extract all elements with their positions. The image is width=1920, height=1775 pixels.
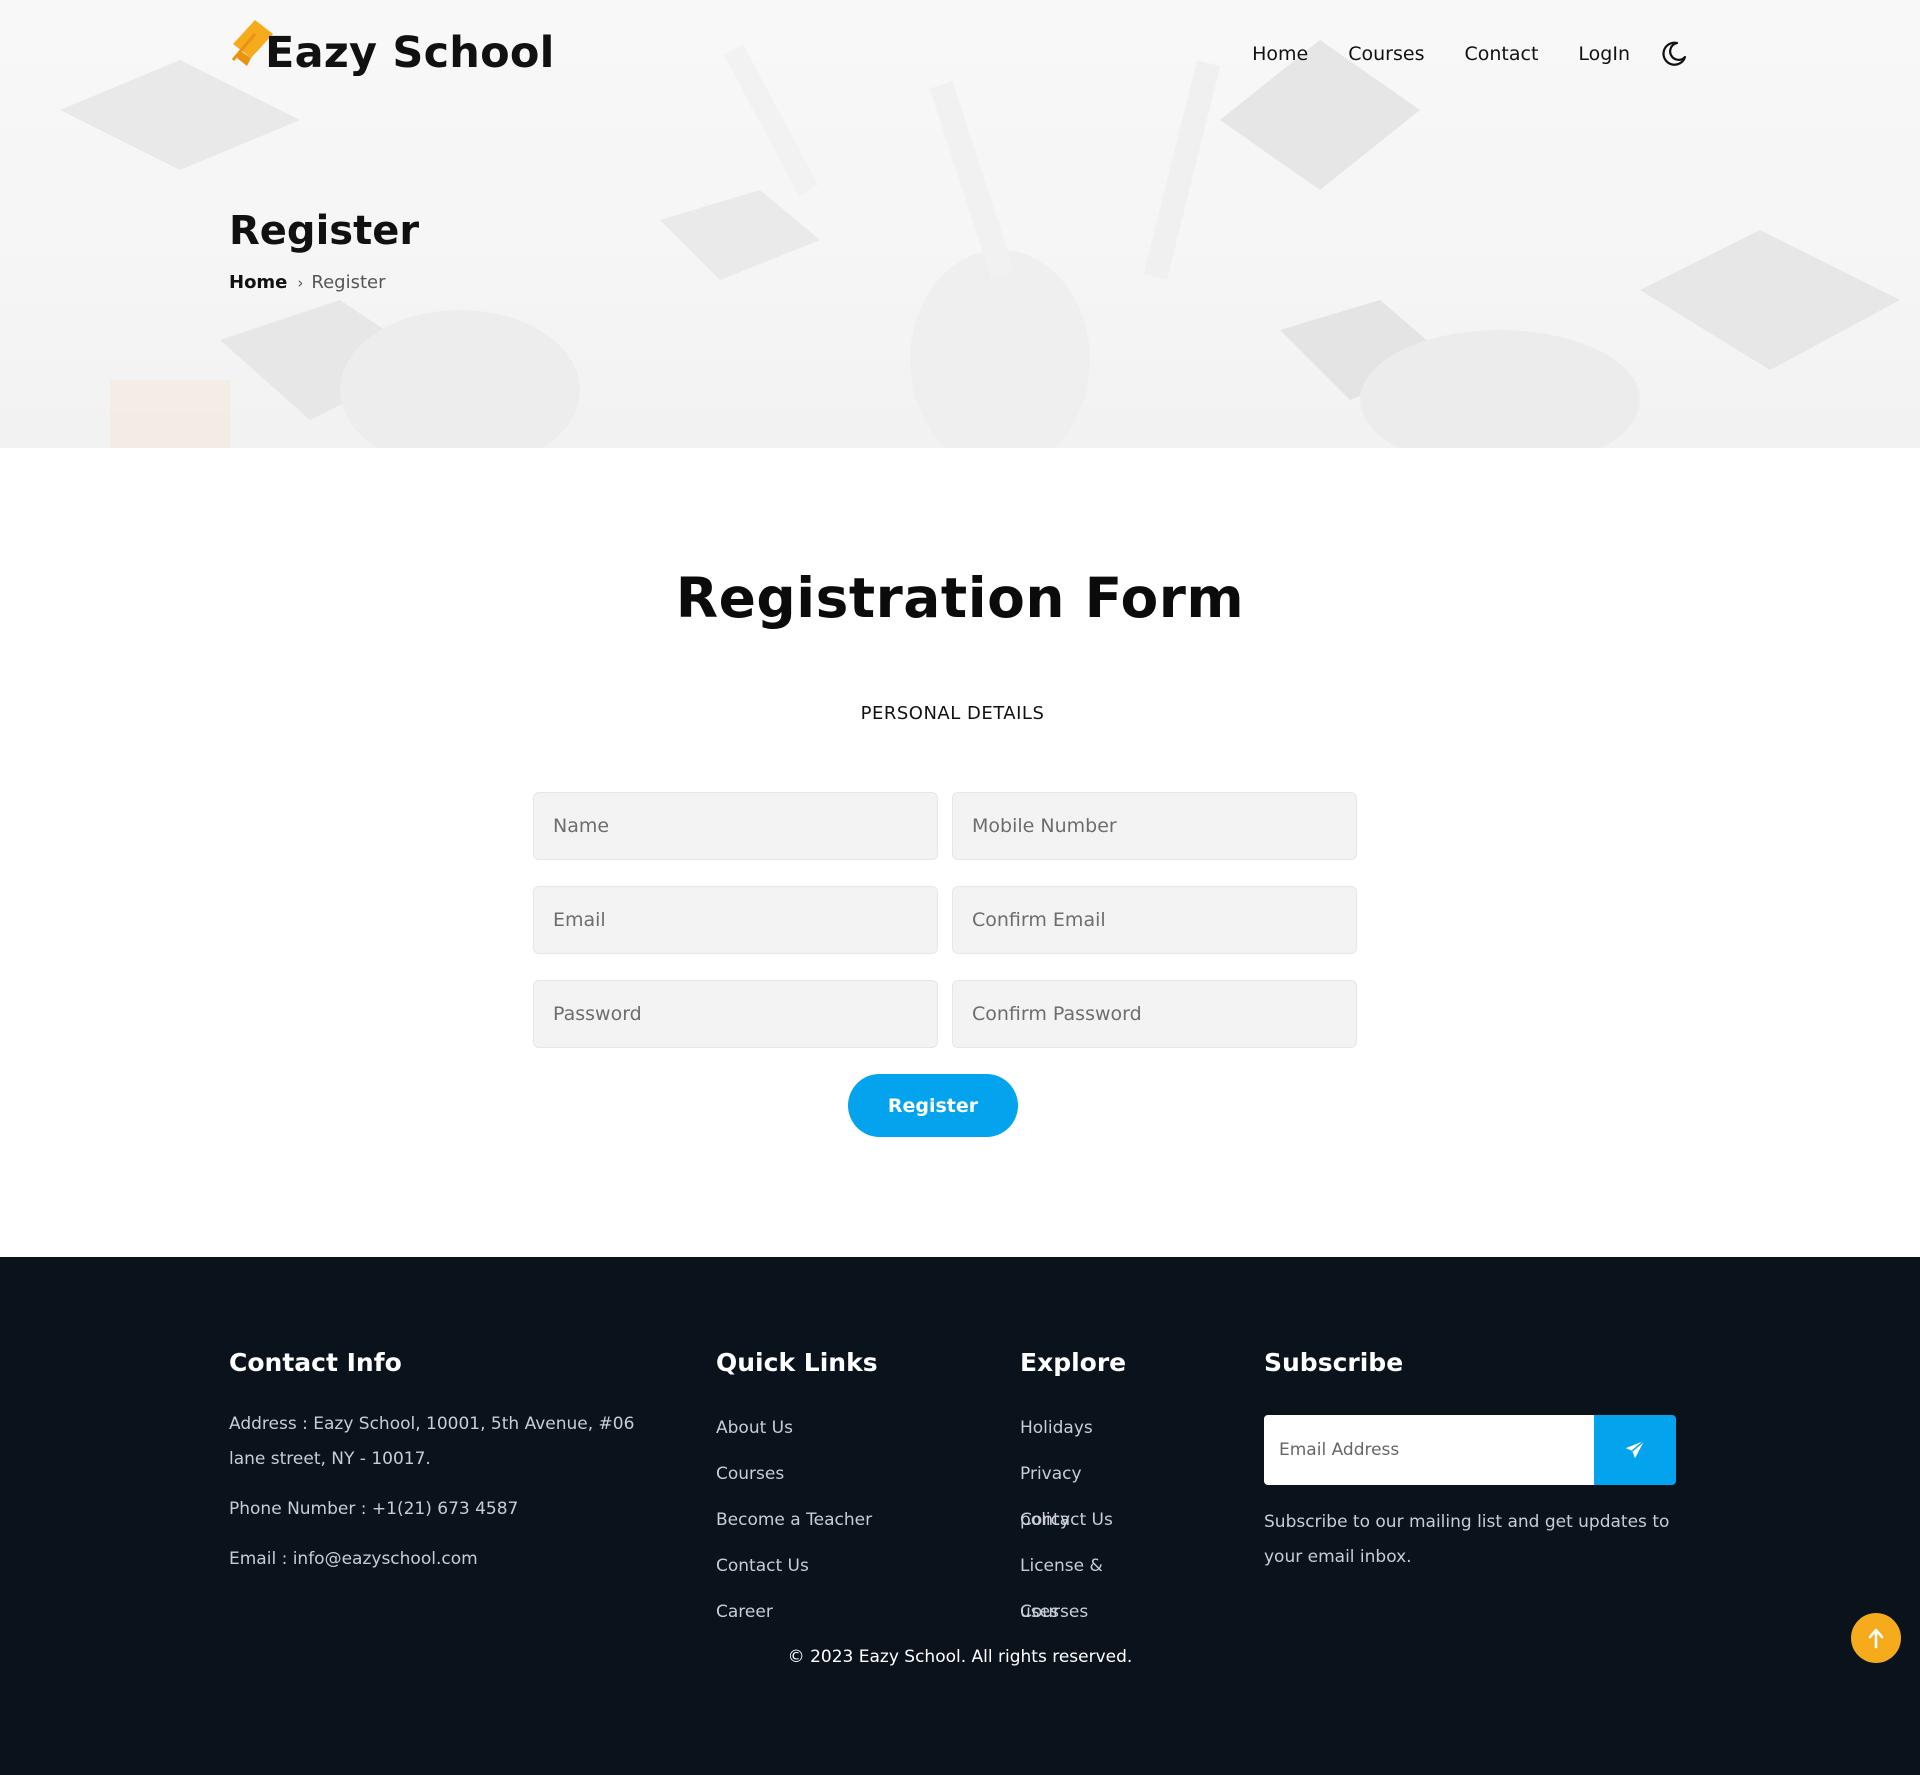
footer-link-privacy-policy[interactable]: Privacy policy bbox=[1020, 1451, 1126, 1530]
footer-link-contact-us[interactable]: Contact Us bbox=[716, 1543, 872, 1589]
copyright-text: © 2023 Eazy School. All rights reserved. bbox=[787, 1647, 1133, 1667]
hero-banner: Eazy School Home Courses Contact LogIn R… bbox=[0, 0, 1920, 448]
contact-phone: Phone Number : +1(21) 673 4587 bbox=[229, 1499, 519, 1519]
subscribe-form bbox=[1264, 1415, 1676, 1485]
nav-home-link[interactable]: Home bbox=[1252, 43, 1308, 65]
nav-contact-link[interactable]: Contact bbox=[1464, 43, 1538, 65]
password-field[interactable] bbox=[533, 980, 938, 1048]
footer-link-license-uses[interactable]: License & uses bbox=[1020, 1543, 1126, 1622]
paper-plane-icon bbox=[1625, 1440, 1645, 1459]
footer-link-courses[interactable]: Courses bbox=[716, 1451, 872, 1497]
footer-link-holidays[interactable]: Holidays bbox=[1020, 1405, 1126, 1451]
name-field[interactable] bbox=[533, 792, 938, 860]
confirm-password-field[interactable] bbox=[952, 980, 1357, 1048]
top-navigation: Eazy School Home Courses Contact LogIn bbox=[0, 0, 1920, 110]
register-button[interactable]: Register bbox=[848, 1074, 1018, 1137]
subscribe-send-button[interactable] bbox=[1594, 1415, 1676, 1485]
page-title: Register bbox=[229, 208, 420, 254]
site-footer: Contact Info Address : Eazy School, 1000… bbox=[0, 1257, 1920, 1775]
footer-link-contact-us-explore[interactable]: Contact Us bbox=[1020, 1497, 1126, 1543]
footer-link-become-teacher[interactable]: Become a Teacher bbox=[716, 1497, 872, 1543]
breadcrumb-home-link[interactable]: Home bbox=[229, 272, 287, 293]
mobile-number-field[interactable] bbox=[952, 792, 1357, 860]
form-section-label: PERSONAL DETAILS bbox=[860, 703, 1045, 724]
footer-link-courses-explore[interactable]: Courses bbox=[1020, 1589, 1126, 1635]
subscribe-description: Subscribe to our mailing list and get up… bbox=[1264, 1512, 1670, 1567]
chevron-right-icon: › bbox=[297, 273, 304, 292]
footer-link-about-us[interactable]: About Us bbox=[716, 1405, 872, 1451]
arrow-up-icon bbox=[1868, 1628, 1884, 1649]
contact-info-heading: Contact Info bbox=[229, 1348, 402, 1377]
nav-courses-link[interactable]: Courses bbox=[1348, 43, 1424, 65]
footer-quick-links-column: Quick Links About Us Courses Become a Te… bbox=[716, 1348, 878, 1622]
footer-subscribe-column: Subscribe bbox=[1264, 1348, 1403, 1377]
footer-contact-column: Contact Info Address : Eazy School, 1000… bbox=[229, 1348, 634, 1569]
breadcrumb: Home › Register bbox=[229, 272, 386, 293]
confirm-email-field[interactable] bbox=[952, 886, 1357, 954]
main-menu: Home Courses Contact LogIn bbox=[1212, 40, 1688, 68]
contact-address: Address : Eazy School, 10001, 5th Avenue… bbox=[229, 1414, 635, 1469]
subscribe-heading: Subscribe bbox=[1264, 1348, 1404, 1377]
nav-login-link[interactable]: LogIn bbox=[1578, 43, 1630, 65]
quick-links-heading: Quick Links bbox=[716, 1348, 878, 1377]
subscribe-email-input[interactable] bbox=[1264, 1415, 1594, 1485]
explore-heading: Explore bbox=[1020, 1348, 1127, 1377]
footer-link-career[interactable]: Career bbox=[716, 1589, 872, 1635]
email-field[interactable] bbox=[533, 886, 938, 954]
brand-name: Eazy School bbox=[265, 28, 555, 78]
footer-explore-column: Explore Holidays Privacy policy Contact … bbox=[1020, 1348, 1127, 1622]
form-title: Registration Form bbox=[675, 566, 1245, 630]
contact-email: Email : info@eazyschool.com bbox=[229, 1549, 478, 1569]
breadcrumb-current: Register bbox=[311, 272, 386, 293]
moon-icon[interactable] bbox=[1660, 40, 1688, 68]
back-to-top-button[interactable] bbox=[1851, 1613, 1901, 1663]
